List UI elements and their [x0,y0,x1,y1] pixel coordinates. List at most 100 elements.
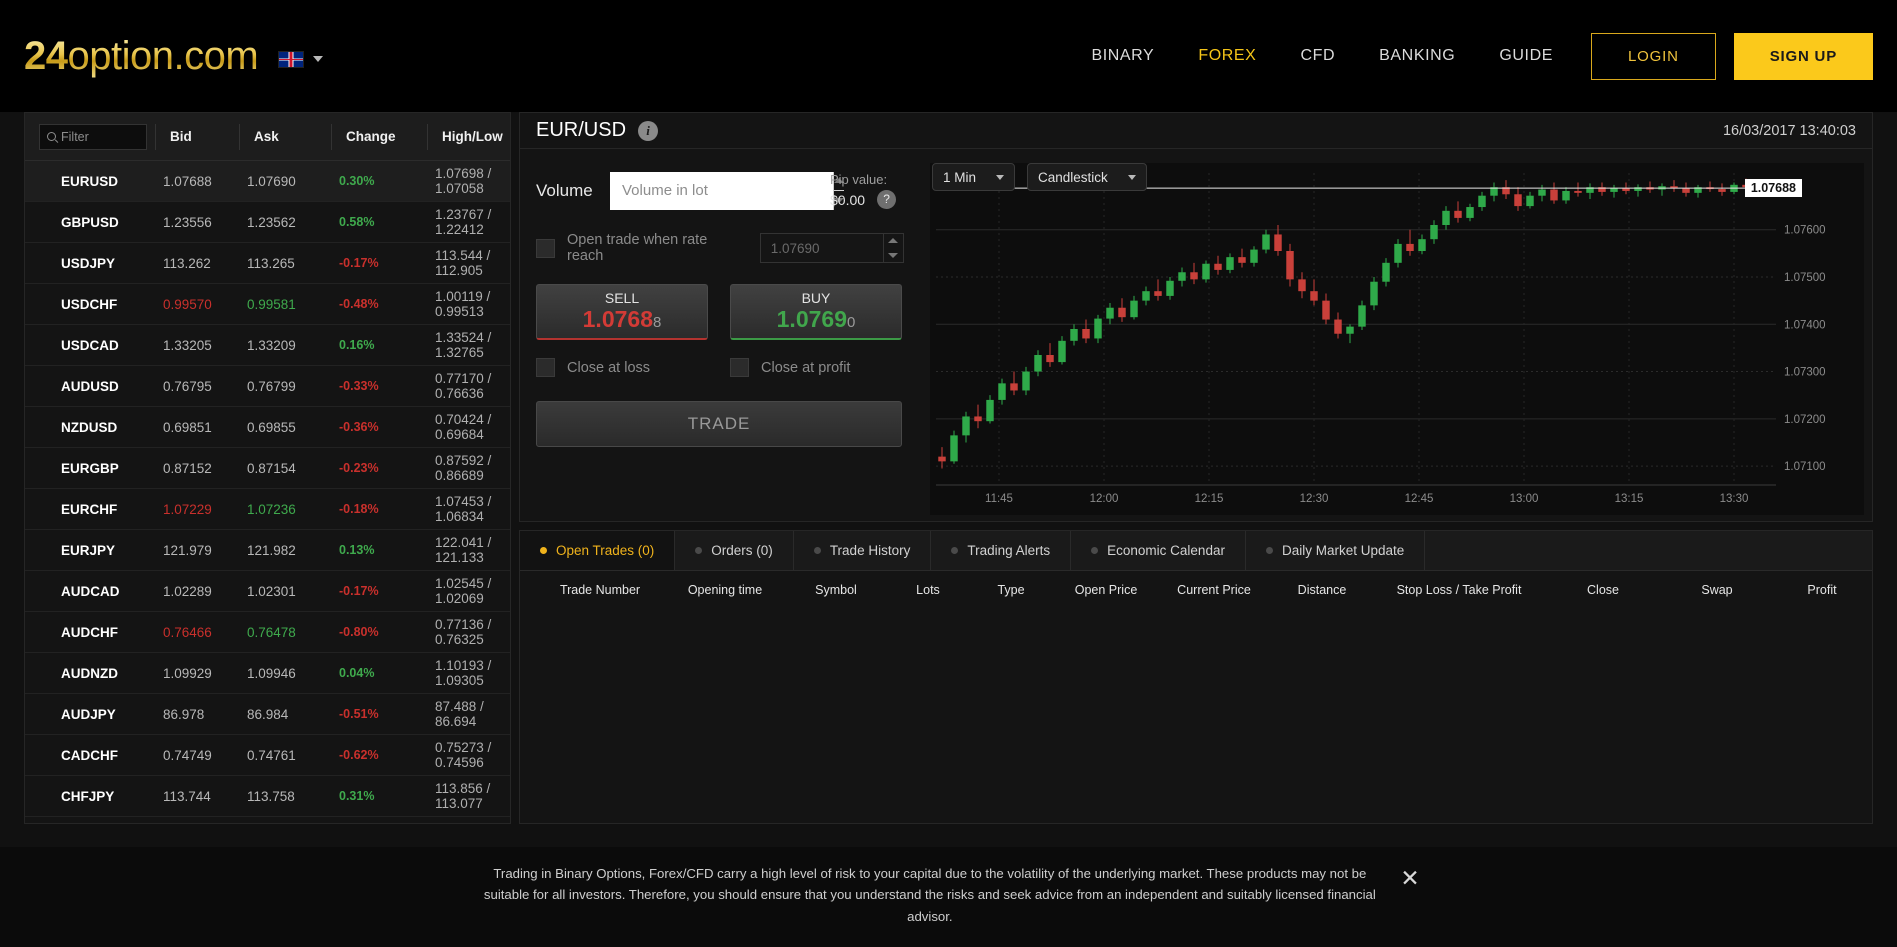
nav-item-banking[interactable]: BANKING [1357,37,1477,75]
current-price-tag: 1.07688 [1744,179,1802,198]
table-row[interactable]: GBPUSD 1.23556 1.23562 0.58% 1.23767 / 1.224… [25,202,510,243]
cell-symbol: USDJPY [61,255,116,271]
help-icon[interactable]: ? [877,190,897,210]
filter-search-box[interactable] [39,123,147,150]
svg-text:12:30: 12:30 [1300,493,1329,505]
tab-label: Trade History [829,543,911,558]
cell-change: -0.62% [339,748,379,762]
table-row[interactable]: CADCHF 0.74749 0.74761 -0.62% 0.75273 / 0.74… [25,735,510,776]
info-icon[interactable]: i [638,120,659,141]
buy-button[interactable]: BUY 1.07690 [730,284,902,341]
table-row[interactable]: AUDCHF 0.76466 0.76478 -0.80% 0.77136 / 0.76… [25,612,510,653]
volume-input[interactable] [610,171,833,210]
rate-increment-button[interactable] [884,233,902,248]
rate-decrement-button[interactable] [884,248,902,263]
column-header-profit[interactable]: Profit [1772,583,1872,597]
cell-symbol: AUDCAD [61,583,120,599]
close-at-profit-checkbox[interactable] [730,358,749,378]
table-row[interactable]: USDCHF 0.99570 0.99581 -0.48% 1.00119 / 0.99… [25,284,510,325]
column-header-close[interactable]: Close [1544,583,1662,597]
brand-logo[interactable]: 24option.com [24,34,258,79]
logo-prefix: 24 [24,33,68,78]
svg-text:12:15: 12:15 [1195,493,1224,505]
cell-ask: 1.09946 [247,665,296,681]
tab-orders-0[interactable]: Orders (0) [675,531,794,570]
cell-symbol: AUDCHF [61,624,118,640]
column-header-trade-number[interactable]: Trade Number [534,583,666,597]
cell-ask: 1.33209 [247,337,296,353]
chevron-up-icon [887,238,898,244]
tab-daily-market-update[interactable]: Daily Market Update [1246,531,1426,570]
cell-bid: 0.69851 [163,419,212,435]
column-header-opening-time[interactable]: Opening time [666,583,784,597]
logo-suffix: option.com [67,33,259,78]
login-button[interactable]: LOGIN [1591,32,1716,80]
table-row[interactable]: AUDNZD 1.09929 1.09946 0.04% 1.10193 / 1.093… [25,653,510,694]
interval-dropdown[interactable]: 1 Min [932,163,1016,191]
pip-value-amount: $0.00 [830,191,866,208]
cell-symbol: USDCAD [61,337,119,353]
column-header-current-price[interactable]: Current Price [1158,583,1270,597]
table-row[interactable]: AUDCAD 1.02289 1.02301 -0.17% 1.02545 / 1.02… [25,571,510,612]
table-row[interactable]: AUDJPY 86.978 86.984 -0.51% 87.488 / 86.694 [25,694,510,735]
tab-trading-alerts[interactable]: Trading Alerts [931,531,1072,570]
close-icon[interactable]: ✕ [1400,865,1419,892]
open-trade-at-rate-label: Open trade when rate reach [567,232,708,265]
table-row[interactable]: USDCAD 1.33205 1.33209 0.16% 1.33524 / 1.327… [25,325,510,366]
tab-trade-history[interactable]: Trade History [794,531,932,570]
signup-button[interactable]: SIGN UP [1733,32,1873,80]
column-header-swap[interactable]: Swap [1662,583,1772,597]
table-row[interactable]: CADJPY85.02885.039-0.32%85.374 / 84.787 [25,817,510,823]
column-header-stop-loss-take-profit[interactable]: Stop Loss / Take Profit [1374,583,1544,597]
table-row[interactable]: NZDUSD 0.69851 0.69855 -0.36% 0.70424 / 0.69… [25,407,510,448]
trades-column-headers: Trade Number Opening time Symbol Lots Type Op… [520,571,1872,609]
nav-item-binary[interactable]: BINARY [1069,37,1176,75]
tab-economic-calendar[interactable]: Economic Calendar [1071,531,1246,570]
table-row[interactable]: EURJPY 121.979 121.982 0.13% 122.041 / 121.1… [25,530,510,571]
svg-text:1.07100: 1.07100 [1784,461,1826,473]
trade-submit-button[interactable]: TRADE [536,401,902,448]
column-header-lots[interactable]: Lots [888,583,968,597]
volume-field[interactable] [610,171,844,210]
table-row[interactable]: EURUSD 1.07688 1.07690 0.30% 1.07698 / 1.070… [25,161,510,202]
table-row[interactable]: EURCHF 1.07229 1.07236 -0.18% 1.07453 / 1.06… [25,489,510,530]
table-row[interactable]: USDJPY 113.262 113.265 -0.17% 113.544 / 112.… [25,243,510,284]
column-header-open-price[interactable]: Open Price [1054,583,1158,597]
search-icon [47,132,56,141]
column-header-symbol[interactable]: Symbol [784,583,888,597]
column-header-type[interactable]: Type [968,583,1054,597]
status-dot-icon [813,547,821,554]
column-header-distance[interactable]: Distance [1270,583,1374,597]
svg-text:13:15: 13:15 [1615,493,1644,505]
trade-panel-body: Volume Pip value: [520,149,1872,521]
sell-button[interactable]: SELL 1.07688 [536,284,708,341]
cell-change: -0.18% [339,502,379,516]
close-at-loss-label: Close at loss [567,359,651,376]
chart-type-dropdown[interactable]: Candlestick [1027,163,1147,191]
cell-change: -0.48% [339,297,379,311]
nav-item-guide[interactable]: GUIDE [1477,37,1575,75]
rate-reach-stepper[interactable] [882,233,902,264]
nav-item-forex[interactable]: FOREX [1176,37,1278,75]
filter-input[interactable] [61,129,139,144]
tab-open-trades-0[interactable]: Open Trades (0) [520,531,676,570]
cell-symbol: EURCHF [61,501,118,517]
cell-high-low: 113.856 / 113.077 [435,781,491,811]
table-row[interactable]: CHFJPY 113.744 113.758 0.31% 113.856 / 113.0… [25,776,510,817]
open-trade-at-rate-checkbox[interactable] [536,238,555,258]
column-header-ask[interactable]: Ask [239,123,331,150]
table-row[interactable]: AUDUSD 0.76795 0.76799 -0.33% 0.77170 / 0.76… [25,366,510,407]
table-row[interactable]: EURGBP 0.87152 0.87154 -0.23% 0.87592 / 0.86… [25,448,510,489]
column-header-high-low[interactable]: High/Low [427,123,504,150]
cell-bid: 0.87152 [163,460,212,476]
cell-ask: 0.76799 [247,378,296,394]
column-header-change[interactable]: Change [331,123,427,150]
status-dot-icon [1265,547,1273,554]
nav-item-cfd[interactable]: CFD [1278,37,1357,75]
column-header-bid[interactable]: Bid [155,123,239,150]
cell-ask: 121.982 [247,542,296,558]
chart-canvas[interactable]: 1.07600 1.07500 1.07400 1.07300 1.07200 1.071… [930,163,1864,515]
close-at-loss-checkbox[interactable] [536,358,555,378]
cell-high-low: 1.33524 / 1.32765 [435,330,492,360]
language-selector[interactable] [278,50,324,68]
